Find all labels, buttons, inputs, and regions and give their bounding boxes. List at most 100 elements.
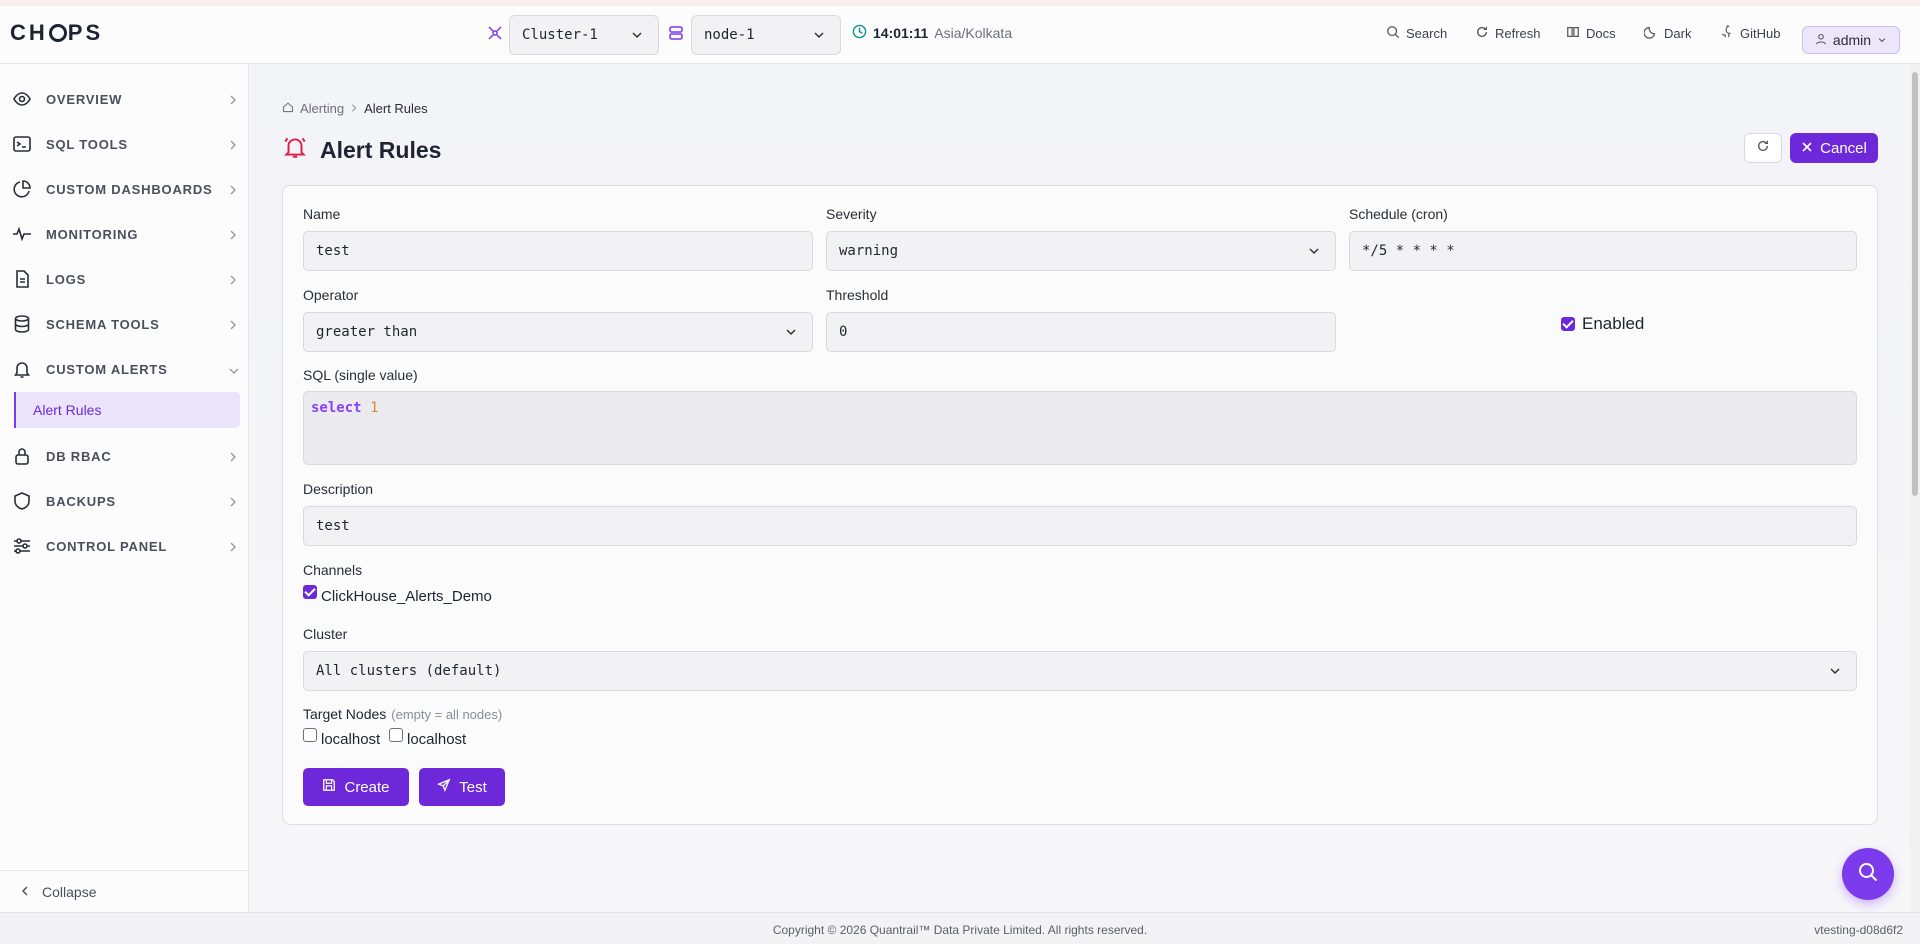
sidebar-item-sql-tools[interactable]: SQL TOOLS <box>0 124 249 164</box>
refresh-rules-button[interactable] <box>1744 133 1782 163</box>
search-link[interactable]: Search <box>1386 25 1447 42</box>
theme-toggle-label: Dark <box>1664 26 1692 41</box>
chevron-down-icon <box>1877 32 1887 48</box>
enabled-toggle[interactable]: Enabled <box>1561 312 1644 336</box>
sidebar-item-control-panel[interactable]: CONTROL PANEL <box>0 526 249 566</box>
docs-link-label: Docs <box>1586 26 1616 41</box>
description-label: Description <box>303 481 374 497</box>
search-icon <box>1856 860 1880 889</box>
name-input[interactable]: test <box>303 231 813 271</box>
search-link-label: Search <box>1406 26 1448 41</box>
database-icon <box>12 314 32 334</box>
activity-icon <box>12 224 32 244</box>
cluster-icon <box>486 24 504 42</box>
cancel-label: Cancel <box>1820 139 1867 157</box>
operator-value: greater than <box>316 324 418 340</box>
breadcrumb-parent[interactable]: Alerting <box>300 101 344 116</box>
chevron-right-icon <box>228 318 238 336</box>
refresh-icon <box>1756 139 1770 158</box>
github-link[interactable]: GitHub <box>1720 25 1780 42</box>
refresh-link[interactable]: Refresh <box>1475 25 1541 42</box>
home-icon <box>282 101 294 116</box>
channel-label: ClickHouse_Alerts_Demo <box>321 588 492 605</box>
node-label: localhost <box>407 731 467 748</box>
chevron-right-icon <box>228 138 238 156</box>
operator-select[interactable]: greater than <box>303 312 813 352</box>
alert-rule-form: Name test Severity warning Schedule (cro… <box>282 185 1878 825</box>
user-menu[interactable]: admin <box>1802 26 1900 54</box>
top-header: CH PS Cluster-1 node-1 14:01:11 Asia/Kolk… <box>0 6 1920 64</box>
sidebar-item-label: MONITORING <box>46 226 139 242</box>
description-input[interactable]: test <box>303 506 1857 546</box>
footer: Copyright © 2026 Quantrail™ Data Private… <box>0 912 1920 944</box>
sidebar-item-custom-alerts[interactable]: CUSTOM ALERTS <box>0 349 249 389</box>
sidebar-subitem-alert-rules[interactable]: Alert Rules <box>14 392 240 428</box>
name-value: test <box>316 243 350 259</box>
sidebar-item-monitoring[interactable]: MONITORING <box>0 214 249 254</box>
target-nodes-label: Target Nodes <box>303 706 387 722</box>
node-select[interactable]: node-1 <box>691 15 841 55</box>
chevron-right-icon <box>228 495 238 513</box>
sidebar-item-custom-dashboards[interactable]: CUSTOM DASHBOARDS <box>0 169 249 209</box>
cancel-button[interactable]: Cancel <box>1790 133 1878 163</box>
chevron-right-icon <box>350 101 358 116</box>
create-button[interactable]: Create <box>303 768 409 806</box>
lock-icon <box>12 446 32 466</box>
sidebar-item-backups[interactable]: BACKUPS <box>0 481 249 521</box>
bell-icon <box>12 359 32 379</box>
chevron-left-icon <box>20 884 30 900</box>
docs-link[interactable]: Docs <box>1566 25 1616 42</box>
app-logo[interactable]: CH PS <box>10 20 103 46</box>
floating-search-button[interactable] <box>1842 848 1894 900</box>
sql-editor[interactable]: select 1 <box>303 391 1857 465</box>
node-checkbox[interactable] <box>389 727 403 742</box>
save-icon <box>322 778 336 796</box>
book-icon <box>1566 25 1580 42</box>
test-button[interactable]: Test <box>419 768 505 806</box>
page-title-text: Alert Rules <box>320 136 442 163</box>
sliders-icon <box>12 536 32 556</box>
theme-toggle[interactable]: Dark <box>1643 25 1692 42</box>
sidebar-item-logs[interactable]: LOGS <box>0 259 249 299</box>
enabled-checkbox[interactable] <box>1561 317 1575 331</box>
node-option[interactable]: localhost <box>303 727 380 748</box>
cluster-label: Cluster <box>303 626 348 642</box>
breadcrumb: Alerting Alert Rules <box>282 101 428 116</box>
sidebar-item-db-rbac[interactable]: DB RBAC <box>0 436 249 476</box>
search-icon <box>1386 25 1400 42</box>
sidebar-item-overview[interactable]: OVERVIEW <box>0 79 249 119</box>
bell-icon <box>282 134 308 166</box>
sidebar-item-label: BACKUPS <box>46 493 116 509</box>
node-checkbox[interactable] <box>303 727 317 742</box>
name-label: Name <box>303 206 341 222</box>
severity-select[interactable]: warning <box>826 231 1336 271</box>
sidebar-item-schema-tools[interactable]: SCHEMA TOOLS <box>0 304 249 344</box>
send-icon <box>437 778 451 796</box>
sidebar-item-label: DB RBAC <box>46 448 112 464</box>
chevron-down-icon <box>1307 244 1321 262</box>
cluster-select[interactable]: Cluster-1 <box>509 15 659 55</box>
channel-option[interactable]: ClickHouse_Alerts_Demo <box>303 584 492 605</box>
chevron-down-icon <box>812 28 826 46</box>
schedule-input[interactable]: */5 * * * * <box>1349 231 1857 271</box>
severity-label: Severity <box>826 206 877 222</box>
test-label: Test <box>459 778 487 796</box>
clock-timezone: Asia/Kolkata <box>934 25 1013 41</box>
sidebar-subitem-label: Alert Rules <box>33 402 102 418</box>
sidebar-item-label: OVERVIEW <box>46 91 123 107</box>
sql-keyword: select <box>311 400 362 416</box>
chevron-down-icon <box>1828 664 1842 682</box>
channels-label: Channels <box>303 562 363 578</box>
clock-icon <box>852 24 867 42</box>
collapse-label: Collapse <box>42 883 97 900</box>
clock-time: 14:01:11 <box>873 25 929 41</box>
cluster-select-field[interactable]: All clusters (default) <box>303 651 1857 691</box>
chevron-right-icon <box>228 273 238 291</box>
github-icon <box>1720 25 1734 42</box>
collapse-sidebar-button[interactable]: Collapse <box>0 870 249 912</box>
threshold-input[interactable]: 0 <box>826 312 1336 352</box>
channel-checkbox[interactable] <box>303 584 317 599</box>
github-link-label: GitHub <box>1740 26 1781 41</box>
node-option[interactable]: localhost <box>389 727 467 748</box>
scrollbar-thumb[interactable] <box>1912 72 1918 496</box>
